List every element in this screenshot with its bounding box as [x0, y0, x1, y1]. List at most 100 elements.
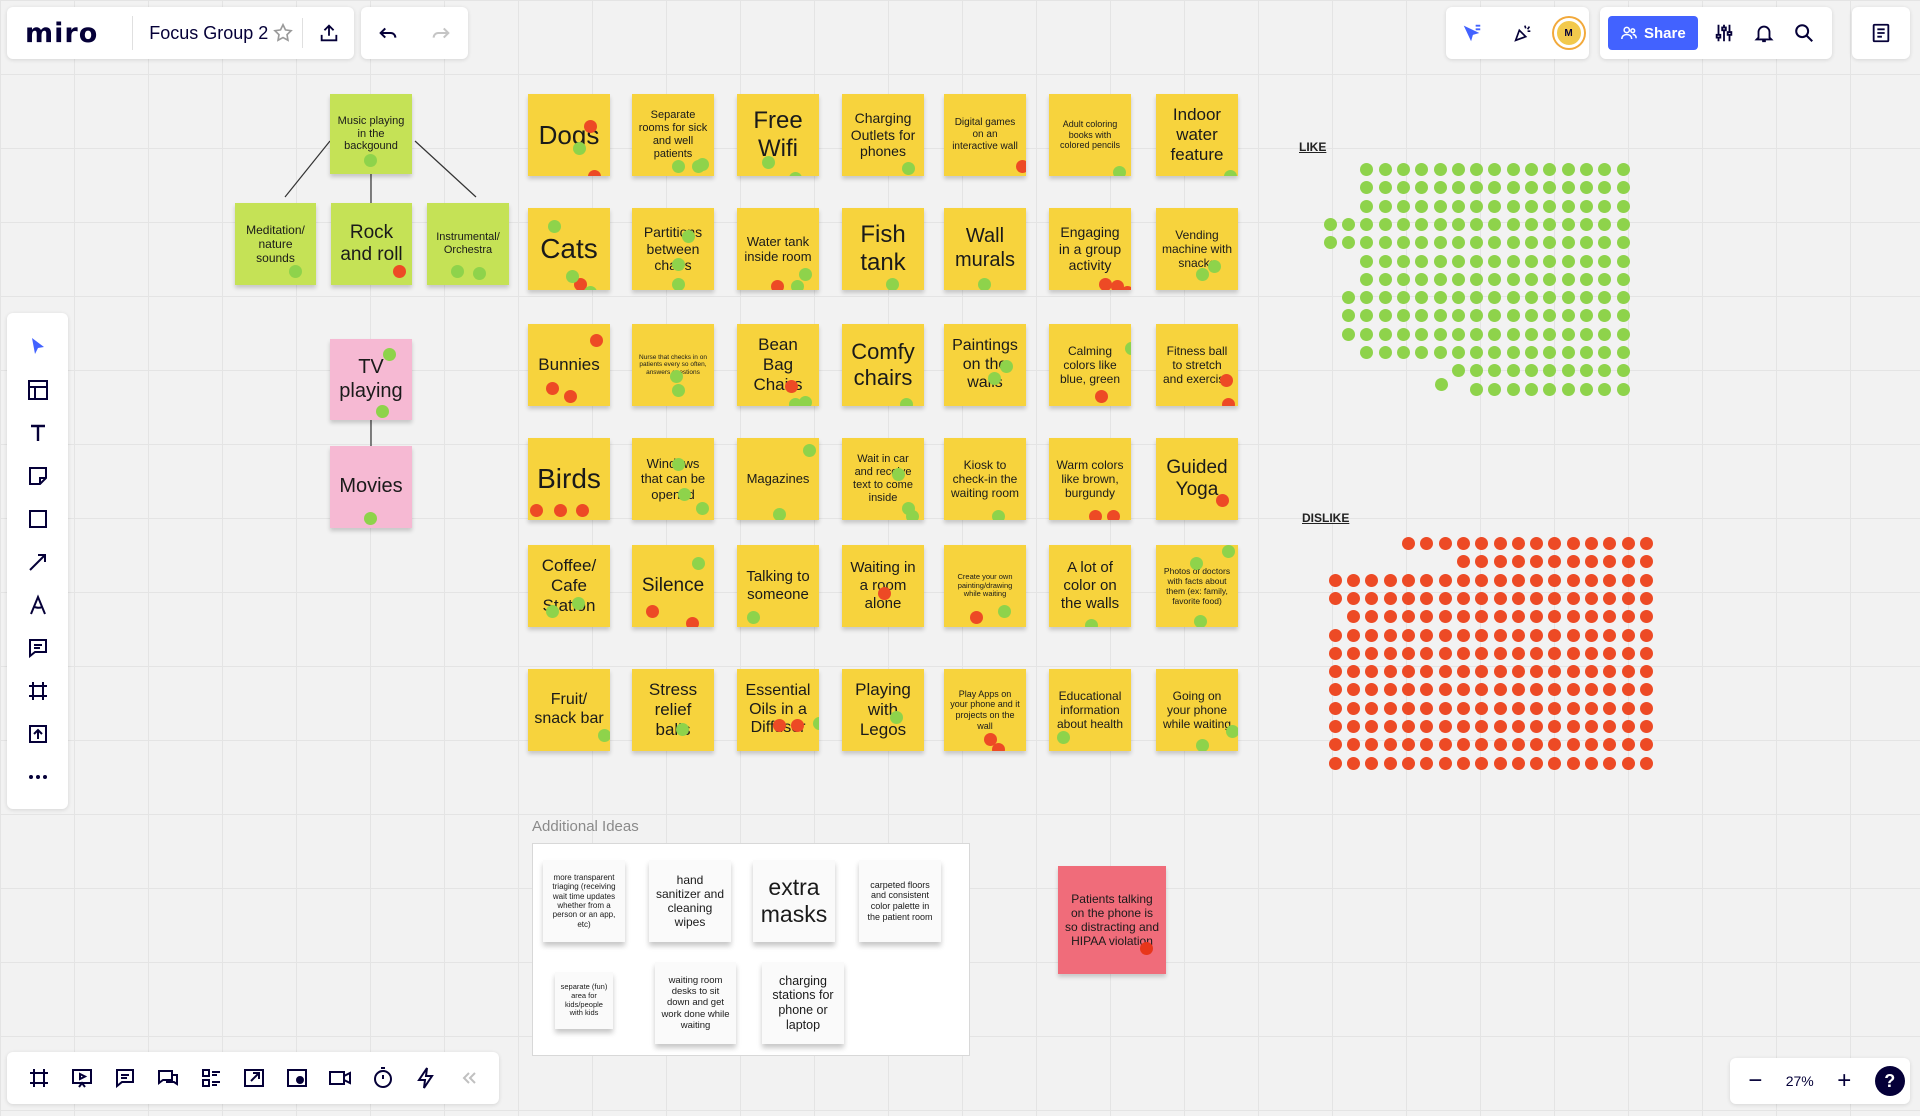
dislike-dot[interactable] [1566, 591, 1580, 605]
like-dot[interactable] [1525, 254, 1538, 268]
dislike-dot[interactable] [1493, 555, 1507, 569]
dislike-dot[interactable] [1365, 756, 1379, 770]
like-dot[interactable] [1451, 236, 1465, 250]
like-dot[interactable] [791, 280, 804, 290]
dislike-dot[interactable] [1585, 591, 1598, 605]
dislike-dot[interactable] [791, 719, 804, 732]
like-dot[interactable] [762, 156, 775, 169]
like-dot[interactable] [1488, 327, 1502, 341]
dislike-dot[interactable] [785, 380, 798, 393]
dislike-dot[interactable] [1621, 628, 1635, 642]
dislike-dot[interactable] [1402, 665, 1415, 679]
sticky-note[interactable]: Dogs [528, 94, 610, 176]
sticky-note[interactable]: Photos of doctors with facts about them … [1156, 545, 1238, 627]
like-dot[interactable] [1190, 557, 1203, 570]
like-dot[interactable] [1451, 346, 1465, 359]
like-dot[interactable] [1543, 236, 1557, 250]
like-dot[interactable] [696, 502, 709, 515]
dislike-dot[interactable] [1493, 610, 1507, 624]
like-dot[interactable] [1433, 254, 1447, 268]
sticky-note[interactable]: A lot of color on the walls [1049, 545, 1131, 627]
dislike-dot[interactable] [530, 504, 543, 517]
dislike-dot[interactable] [1383, 756, 1397, 770]
dislike-dot[interactable] [1438, 756, 1452, 770]
dislike-dot[interactable] [1456, 646, 1470, 660]
like-dot[interactable] [1561, 217, 1575, 231]
like-dot[interactable] [1506, 217, 1520, 231]
dislike-dot[interactable] [1530, 610, 1544, 624]
dislike-dot[interactable] [1328, 665, 1342, 679]
like-dot[interactable] [1598, 327, 1612, 341]
dislike-dot[interactable] [1420, 646, 1434, 660]
dislike-dot[interactable] [1365, 573, 1379, 587]
dislike-dot[interactable] [1402, 701, 1415, 715]
dislike-dot[interactable] [1475, 683, 1489, 697]
dislike-dot[interactable] [1493, 537, 1507, 550]
like-dot[interactable] [672, 258, 685, 271]
like-dot[interactable] [1323, 236, 1337, 250]
like-dot[interactable] [1360, 217, 1374, 231]
dislike-dot[interactable] [1328, 646, 1342, 660]
dislike-dot[interactable] [1548, 756, 1562, 770]
dislike-dot[interactable] [1420, 665, 1434, 679]
dislike-dot[interactable] [1621, 665, 1635, 679]
like-dot[interactable] [1579, 254, 1593, 268]
dislike-dot[interactable] [1328, 573, 1342, 587]
like-dot[interactable] [1451, 181, 1465, 195]
dislike-dot[interactable] [1347, 720, 1361, 733]
bell-icon[interactable] [1744, 13, 1784, 53]
dislike-dot[interactable] [771, 280, 784, 290]
dislike-dot[interactable] [1566, 683, 1580, 697]
like-dot[interactable] [364, 154, 377, 167]
dislike-dot[interactable] [1456, 756, 1470, 770]
screen-record-icon[interactable] [277, 1058, 317, 1098]
dislike-dot[interactable] [1621, 646, 1635, 660]
like-dot[interactable] [978, 278, 991, 290]
sticky-note[interactable]: Essential Oils in a Diffuser [737, 669, 819, 751]
like-dot[interactable] [1488, 309, 1502, 323]
like-dot[interactable] [1543, 346, 1557, 359]
dislike-dot[interactable] [1222, 398, 1235, 406]
dislike-dot[interactable] [1475, 738, 1489, 752]
like-dot[interactable] [1360, 291, 1374, 305]
connection-line-icon[interactable] [16, 540, 60, 583]
like-dot[interactable] [1125, 342, 1131, 355]
sticky-note[interactable]: Talking to someone [737, 545, 819, 627]
dislike-dot[interactable] [1493, 701, 1507, 715]
like-dot[interactable] [1433, 291, 1447, 305]
dislike-dot[interactable] [1566, 555, 1580, 569]
like-dot[interactable] [1360, 199, 1374, 213]
dislike-dot[interactable] [1511, 720, 1525, 733]
dislike-dot[interactable] [576, 504, 589, 517]
dislike-dot[interactable] [1420, 683, 1434, 697]
sticky-note[interactable]: Free Wifi [737, 94, 819, 176]
like-dot[interactable] [1396, 217, 1410, 231]
dislike-dot[interactable] [1548, 665, 1562, 679]
dislike-dot[interactable] [1566, 701, 1580, 715]
dislike-dot[interactable] [1548, 646, 1562, 660]
dislike-dot[interactable] [1420, 591, 1434, 605]
like-dot[interactable] [1506, 163, 1520, 176]
like-dot[interactable] [1579, 309, 1593, 323]
dislike-dot[interactable] [1456, 738, 1470, 752]
dislike-dot[interactable] [1585, 701, 1598, 715]
like-dot[interactable] [1561, 364, 1575, 378]
dislike-dot[interactable] [1585, 720, 1598, 733]
like-dot[interactable] [1525, 327, 1538, 341]
sticky-note[interactable]: Calming colors like blue, green [1049, 324, 1131, 406]
dislike-dot[interactable] [1639, 665, 1653, 679]
dislike-dot[interactable] [546, 382, 559, 395]
dislike-dot[interactable] [1548, 701, 1562, 715]
like-dot[interactable] [1470, 309, 1484, 323]
dislike-dot[interactable] [1603, 591, 1617, 605]
like-dot[interactable] [1342, 309, 1355, 323]
dislike-dot[interactable] [1511, 701, 1525, 715]
sticky-note[interactable]: Waiting in a room alone [842, 545, 924, 627]
like-dot[interactable] [1598, 199, 1612, 213]
sticky-note[interactable]: Nurse that checks in on patients every s… [632, 324, 714, 406]
like-dot[interactable] [1360, 272, 1374, 286]
dislike-dot[interactable] [1639, 683, 1653, 697]
dislike-dot[interactable] [1475, 701, 1489, 715]
sticky-note[interactable]: Cats [528, 208, 610, 290]
dislike-dot[interactable] [1420, 628, 1434, 642]
